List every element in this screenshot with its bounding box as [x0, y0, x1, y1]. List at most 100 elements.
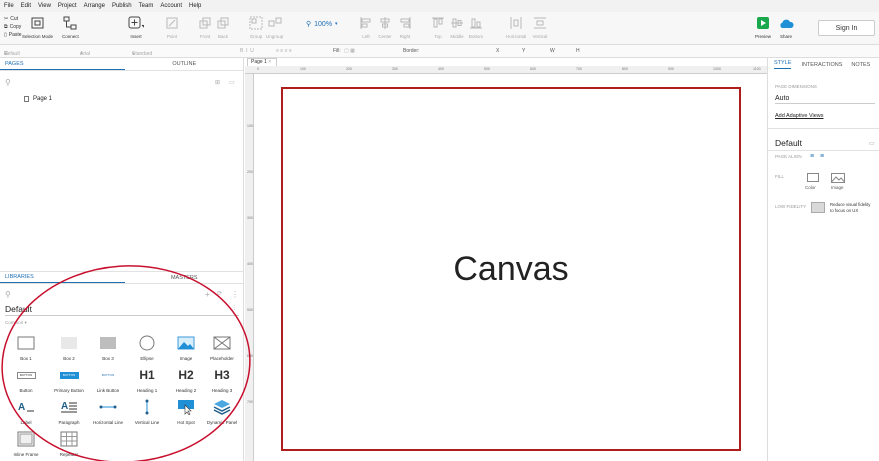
edit-style-icon[interactable]: ▭ — [869, 140, 875, 147]
menu-publish[interactable]: Publish — [112, 3, 132, 9]
widget-ellipse[interactable]: Ellipse — [126, 334, 168, 361]
align-top-button[interactable]: Top — [430, 16, 446, 39]
widget-group-label[interactable]: Common ▾ — [5, 320, 27, 326]
add-library-icon[interactable]: + — [205, 290, 210, 299]
distribute-vertical-button[interactable]: Vertical — [532, 16, 548, 39]
distribute-horizontal-button[interactable]: Horizontal — [506, 16, 526, 39]
zoom-control[interactable]: ⚲ 100% ▾ — [306, 20, 338, 29]
cut-button[interactable]: ✂ Cut — [4, 15, 22, 23]
image-icon — [177, 334, 195, 352]
button-icon: BUTTON — [16, 366, 36, 384]
back-button[interactable]: Back — [215, 16, 231, 39]
placeholder-icon — [213, 334, 231, 352]
align-center-button[interactable]: Center — [377, 16, 393, 39]
connect-button[interactable]: Connect — [62, 16, 79, 39]
align-left-button[interactable]: Left — [358, 16, 374, 39]
point-button[interactable]: Point — [164, 16, 180, 39]
ungroup-button[interactable]: Ungroup — [266, 16, 283, 39]
close-icon[interactable]: × — [268, 59, 271, 65]
menu-team[interactable]: Team — [139, 3, 154, 9]
fill-swatch[interactable]: ▢ ▦ — [344, 48, 355, 54]
add-page-icon[interactable]: ⊞ — [215, 79, 220, 86]
fill-color-swatch[interactable] — [807, 173, 819, 182]
tab-libraries[interactable]: LIBRARIES — [0, 272, 125, 283]
align-middle-button[interactable]: Middle — [449, 16, 465, 39]
tab-pages[interactable]: PAGES — [0, 58, 125, 70]
share-button[interactable]: Share — [778, 16, 794, 39]
tab-masters[interactable]: MASTERS — [125, 272, 245, 283]
tab-page-1[interactable]: Page 1 × — [247, 58, 277, 66]
widget-label: Image — [179, 356, 193, 361]
text-align-icons[interactable]: ≡ ≡ ≡ ≡ — [276, 48, 292, 54]
library-select[interactable]: Default ⋮ — [5, 304, 239, 316]
widget-vertical-line[interactable]: Vertical Line — [126, 398, 168, 425]
add-folder-icon[interactable]: ▭ — [229, 79, 235, 86]
widget-paragraph[interactable]: A Paragraph — [48, 398, 90, 425]
more-icon[interactable]: ⋮ — [231, 290, 239, 299]
text-style-buttons[interactable]: B I U — [240, 48, 254, 54]
fill-image-swatch[interactable] — [831, 173, 845, 185]
w-label: W — [550, 48, 555, 54]
widget-box-1[interactable]: Box 1 — [5, 334, 47, 361]
copy-label: Copy — [9, 24, 22, 30]
align-right-button[interactable]: Right — [397, 16, 413, 39]
page-item-page-1[interactable]: Page 1 — [24, 96, 52, 102]
add-adaptive-views-link[interactable]: Add Adaptive Views — [775, 113, 824, 119]
widget-box-3[interactable]: Box 3 — [87, 334, 129, 361]
page-dimensions-select[interactable]: Auto — [775, 95, 875, 104]
copy-icon: ⧉ — [4, 24, 8, 30]
widget-inline-frame[interactable]: Inline Frame — [5, 430, 47, 457]
low-fidelity-toggle[interactable] — [811, 202, 825, 213]
align-center-icon[interactable]: ≡ — [820, 153, 824, 160]
widget-heading-1[interactable]: H1 Heading 1 — [126, 366, 168, 393]
tab-style[interactable]: STYLE — [774, 60, 792, 69]
widget-box-2[interactable]: Box 2 — [48, 334, 90, 361]
widget-horizontal-line[interactable]: Horizontal Line — [87, 398, 129, 425]
refresh-icon[interactable]: ⟳ — [217, 290, 222, 297]
menu-arrange[interactable]: Arrange — [84, 3, 105, 9]
group-button[interactable]: Group — [248, 16, 264, 39]
tab-notes[interactable]: NOTES — [851, 62, 870, 68]
cut-label: Cut — [10, 16, 18, 22]
selection-mode-button[interactable]: Selection Mode — [22, 16, 53, 39]
canvas-area[interactable]: Page 1 × 0 100 200 300 400 500 600 700 8… — [245, 58, 767, 461]
align-bottom-button[interactable]: Bottom — [468, 16, 484, 39]
align-bottom-label: Bottom — [468, 34, 484, 39]
page-align-label: PAGE ALIGN — [775, 154, 802, 159]
preview-button[interactable]: Preview — [755, 16, 771, 39]
menu-project[interactable]: Project — [58, 3, 77, 9]
tab-interactions[interactable]: INTERACTIONS — [801, 62, 842, 68]
pages-search[interactable]: ⚲ ⊞ ▭ — [5, 78, 239, 88]
widget-link-button[interactable]: BUTTON Link Button — [87, 366, 129, 393]
image-icon — [831, 173, 845, 183]
widget-button[interactable]: BUTTON Button — [5, 366, 47, 393]
pages-tabs: PAGES OUTLINE — [0, 58, 244, 71]
copy-button[interactable]: ⧉ Copy — [4, 23, 22, 31]
menu-file[interactable]: File — [4, 3, 14, 9]
tab-outline[interactable]: OUTLINE — [125, 58, 245, 70]
library-search[interactable]: ⚲ + ⟳ ⋮ — [5, 290, 239, 300]
hot-spot-icon — [177, 398, 195, 416]
distribute-vertical-icon — [532, 16, 548, 30]
sign-in-button[interactable]: Sign In — [818, 20, 875, 36]
style-name[interactable]: Default — [775, 138, 802, 148]
align-center-icon — [377, 16, 393, 30]
cloud-icon — [778, 16, 794, 30]
menu-edit[interactable]: Edit — [21, 3, 31, 9]
ungroup-icon — [267, 16, 283, 30]
insert-button[interactable]: Insert — [128, 16, 144, 39]
widget-placeholder[interactable]: Placeholder — [201, 334, 243, 361]
front-button[interactable]: Front — [197, 16, 213, 39]
widget-repeater[interactable]: Repeater — [48, 430, 90, 457]
align-left-icon[interactable]: ≡ — [810, 153, 814, 160]
widget-label-item[interactable]: A Label — [5, 398, 47, 425]
menu-view[interactable]: View — [38, 3, 51, 9]
widget-primary-button[interactable]: BUTTON Primary Button — [48, 366, 90, 393]
menu-account[interactable]: Account — [160, 3, 182, 9]
paste-button[interactable]: ▯ Paste — [4, 31, 22, 39]
widget-dynamic-panel[interactable]: Dynamic Panel — [201, 398, 243, 425]
menu-help[interactable]: Help — [189, 3, 201, 9]
widget-label: Vertical Line — [134, 420, 160, 425]
widget-heading-3[interactable]: H3 Heading 3 — [201, 366, 243, 393]
connect-label: Connect — [62, 34, 79, 39]
